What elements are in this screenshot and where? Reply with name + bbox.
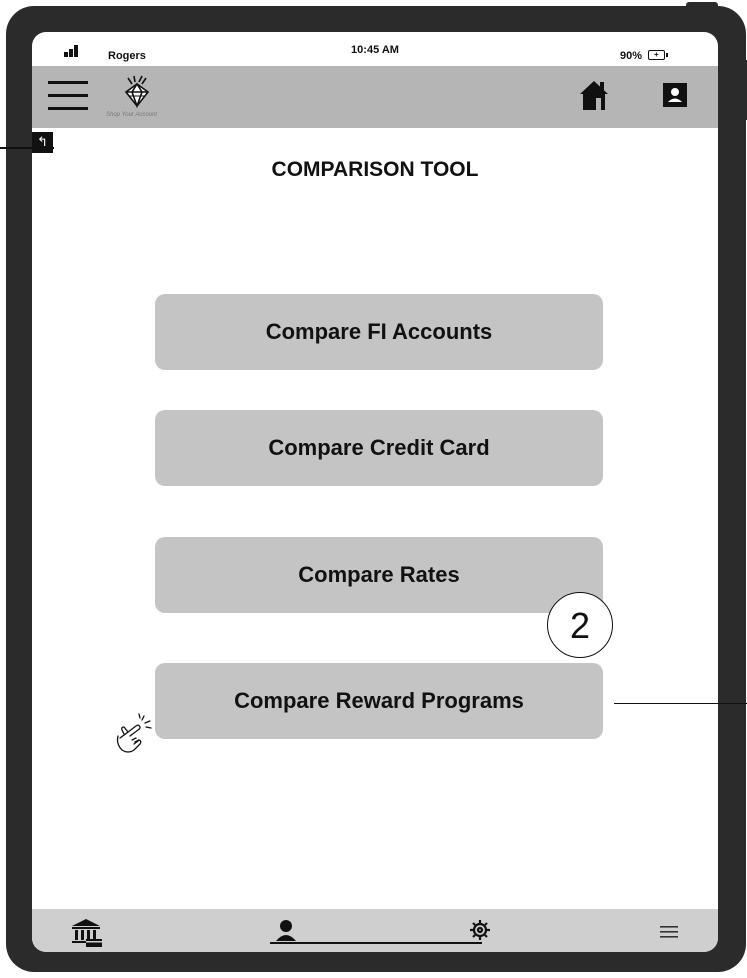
battery-percent: 90% [620,50,643,62]
annotation-leader-line-left [0,147,54,149]
home-icon [580,81,608,110]
tap-hand-icon [110,710,156,756]
profile-button[interactable] [662,82,688,108]
compare-rates-button[interactable]: Compare Rates [155,537,603,613]
back-button[interactable]: ↰ [32,132,53,153]
clock-time: 10:45 AM [351,44,399,56]
bottom-nav-user[interactable] [273,917,299,950]
header-bar: Shop Your Account [32,66,718,128]
settings-icon [470,920,490,940]
active-tab-indicator [270,942,482,944]
diamond-logo-icon [124,75,150,109]
screen: Rogers 10:45 AM 90% + Shop Your Account [32,32,718,952]
compare-reward-programs-button[interactable]: Compare Reward Programs [155,663,603,739]
bottom-nav-bank[interactable] [70,917,104,952]
annotation-callout: 2 [547,592,613,658]
user-icon [276,920,296,941]
device-side-button-top [686,2,718,8]
status-bar: Rogers 10:45 AM 90% + [32,32,718,66]
compare-credit-card-button[interactable]: Compare Credit Card [155,410,603,486]
bottom-nav-menu[interactable] [660,925,678,943]
menu-icon[interactable] [48,81,88,111]
logo-caption: Shop Your Account [106,112,158,118]
menu-icon [660,926,678,938]
home-button[interactable] [578,78,610,112]
profile-icon [663,83,687,107]
annotation-leader-line-right [614,703,747,704]
bank-icon [72,919,102,947]
compare-fi-accounts-button[interactable]: Compare FI Accounts [155,294,603,370]
page-title: COMPARISON TOOL [271,158,479,181]
bottom-nav-bar [32,909,718,952]
battery-icon: + [648,50,668,60]
brand-logo: Shop Your Account [104,74,184,124]
device-side-button-right [742,60,747,120]
